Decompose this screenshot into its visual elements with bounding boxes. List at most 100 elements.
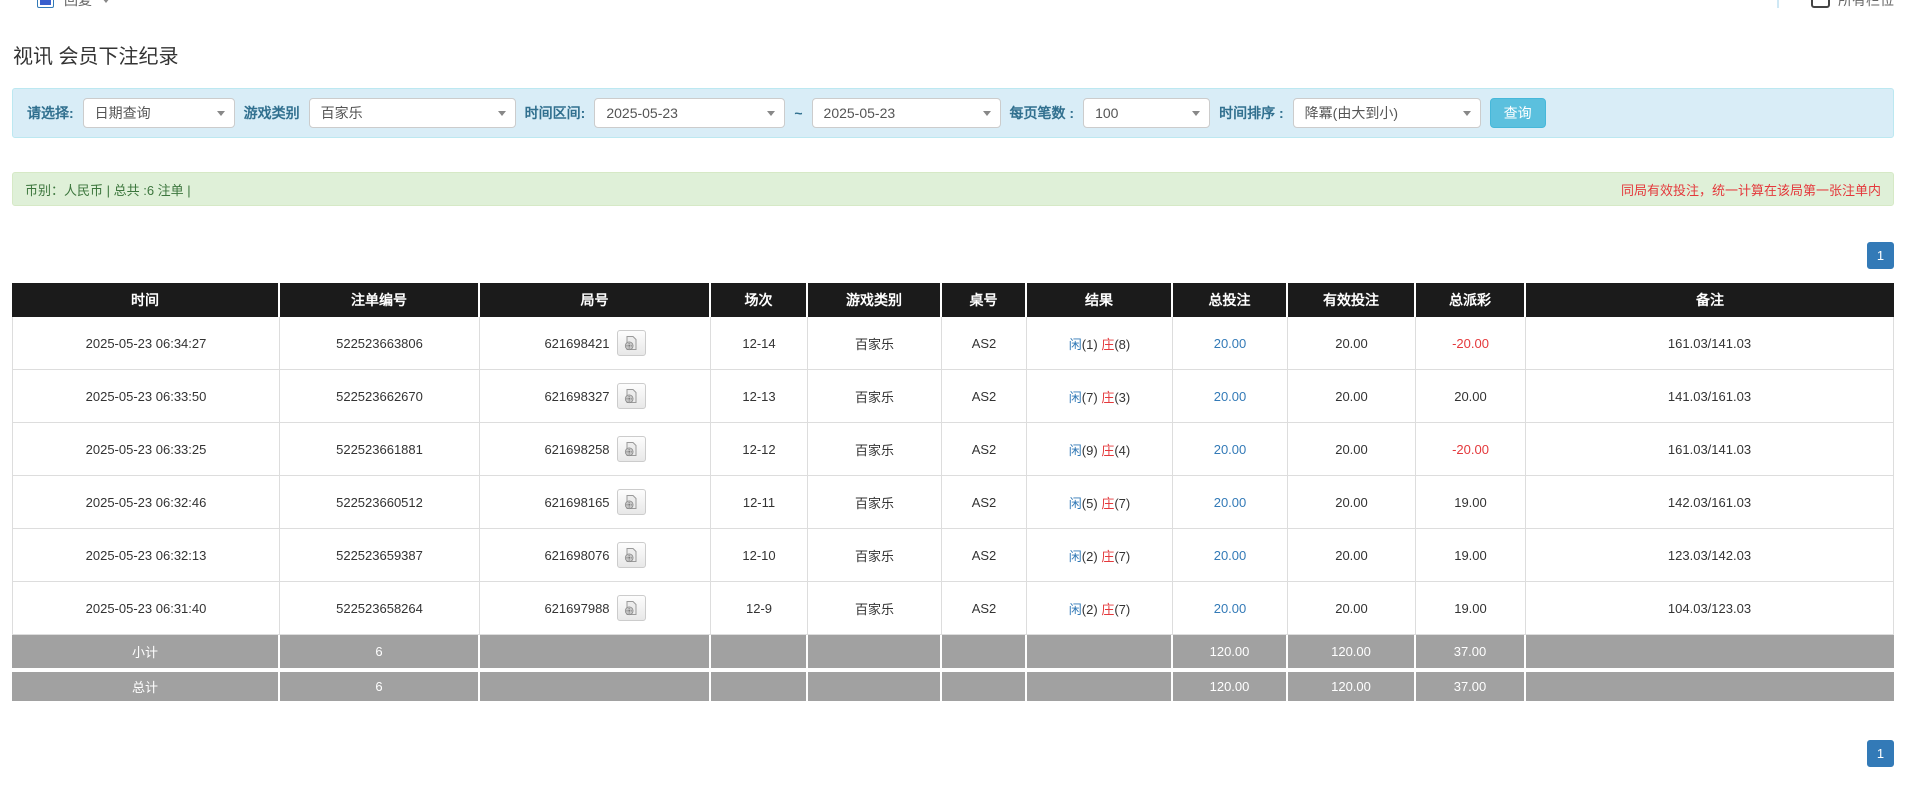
table-row: 2025-05-23 06:31:40 522523658264 6216979…	[12, 582, 1894, 635]
all-columns-label: 所有栏位	[1838, 0, 1894, 10]
round-id-value: 621698327	[544, 389, 609, 404]
caret-down-icon	[498, 111, 506, 116]
cell-valid-bet: 20.00	[1288, 317, 1416, 370]
cell-table-no: AS2	[942, 370, 1027, 423]
cell-bet-id: 522523658264	[280, 582, 480, 635]
date-from-select[interactable]: 2025-05-23	[594, 98, 785, 128]
cell-round-id: 621698258	[480, 423, 711, 476]
round-id-value: 621698258	[544, 442, 609, 457]
cell-remark: 142.03/161.03	[1526, 476, 1894, 529]
checkbox-icon[interactable]	[37, 0, 54, 8]
result-player-score: (2)	[1082, 549, 1098, 564]
cell-session: 12-13	[711, 370, 808, 423]
cell-valid-bet: 20.00	[1288, 476, 1416, 529]
cell-time: 2025-05-23 06:32:13	[12, 529, 280, 582]
col-result: 结果	[1027, 283, 1173, 317]
cell-game-type: 百家乐	[808, 582, 942, 635]
total-bet-link[interactable]: 20.00	[1214, 389, 1247, 404]
video-replay-icon	[623, 547, 639, 563]
result-banker-score: (8)	[1114, 337, 1130, 352]
pagination-bottom: 1	[1867, 740, 1894, 767]
cell-session: 12-9	[711, 582, 808, 635]
search-button[interactable]: 查询	[1490, 98, 1546, 128]
cell-bet-id: 522523661881	[280, 423, 480, 476]
top-toolbar: 回复 所有栏位	[0, 0, 1906, 12]
cell-valid-bet: 20.00	[1288, 582, 1416, 635]
result-player-score: (9)	[1082, 443, 1098, 458]
video-replay-icon	[623, 600, 639, 616]
result-player-score: (2)	[1082, 602, 1098, 617]
cell-result: 闲(1) 庄(8)	[1027, 317, 1173, 370]
total-bet-link[interactable]: 20.00	[1214, 548, 1247, 563]
sort-select[interactable]: 降冪(由大到小)	[1293, 98, 1481, 128]
summary-bar: 币别：人民币 | 总共 :6 注单 | 同局有效投注，统一计算在该局第一张注单内	[12, 172, 1894, 206]
game-type-value: 百家乐	[321, 103, 363, 123]
result-banker: 庄	[1101, 549, 1114, 564]
col-valid-bet: 有效投注	[1288, 283, 1416, 317]
cell-table-no: AS2	[942, 317, 1027, 370]
subtotal-label: 小计	[12, 635, 280, 668]
cell-valid-bet: 20.00	[1288, 423, 1416, 476]
cell-game-type: 百家乐	[808, 529, 942, 582]
video-replay-button[interactable]	[617, 595, 646, 621]
video-replay-icon	[623, 388, 639, 404]
col-total-bet: 总投注	[1173, 283, 1288, 317]
date-to-select[interactable]: 2025-05-23	[812, 98, 1001, 128]
caret-down-icon	[1463, 111, 1471, 116]
cell-total-bet: 20.00	[1173, 582, 1288, 635]
col-table-no: 桌号	[942, 283, 1027, 317]
cell-round-id: 621697988	[480, 582, 711, 635]
page-size-select[interactable]: 100	[1083, 98, 1210, 128]
total-bet-link[interactable]: 20.00	[1214, 442, 1247, 457]
cell-time: 2025-05-23 06:32:46	[12, 476, 280, 529]
video-replay-button[interactable]	[617, 542, 646, 568]
cell-session: 12-14	[711, 317, 808, 370]
video-replay-button[interactable]	[617, 330, 646, 356]
page-size-value: 100	[1095, 105, 1118, 121]
result-player: 闲	[1069, 549, 1082, 564]
caret-down-icon	[983, 111, 991, 116]
all-columns-toggle[interactable]: 所有栏位	[1777, 0, 1894, 10]
video-replay-button[interactable]	[617, 383, 646, 409]
cell-total-bet: 20.00	[1173, 529, 1288, 582]
video-replay-button[interactable]	[617, 436, 646, 462]
reply-toggle[interactable]: 回复	[37, 0, 110, 10]
cell-table-no: AS2	[942, 529, 1027, 582]
cell-bet-id: 522523663806	[280, 317, 480, 370]
page-1-button[interactable]: 1	[1867, 242, 1894, 269]
cell-result: 闲(9) 庄(4)	[1027, 423, 1173, 476]
col-session: 场次	[711, 283, 808, 317]
video-replay-button[interactable]	[617, 489, 646, 515]
cell-payout: 20.00	[1416, 370, 1526, 423]
subtotal-row: 小计 6 120.00 120.00 37.00	[12, 635, 1894, 668]
cell-total-bet: 20.00	[1173, 370, 1288, 423]
total-bet-link[interactable]: 20.00	[1214, 601, 1247, 616]
currency-summary: 币别：人民币 | 总共 :6 注单 |	[25, 180, 191, 199]
query-type-select[interactable]: 日期查询	[83, 98, 235, 128]
col-bet-id: 注单编号	[280, 283, 480, 317]
total-bet-link[interactable]: 20.00	[1214, 495, 1247, 510]
result-banker: 庄	[1101, 602, 1114, 617]
tilde-separator: ~	[794, 105, 802, 121]
cell-time: 2025-05-23 06:34:27	[12, 317, 280, 370]
cell-game-type: 百家乐	[808, 370, 942, 423]
round-id-value: 621697988	[544, 601, 609, 616]
cell-result: 闲(7) 庄(3)	[1027, 370, 1173, 423]
reply-label: 回复	[64, 0, 92, 10]
query-type-value: 日期查询	[95, 103, 151, 123]
col-remark: 备注	[1526, 283, 1894, 317]
result-player-score: (5)	[1082, 496, 1098, 511]
select-label: 请选择:	[27, 103, 74, 123]
total-valid-bet: 120.00	[1288, 668, 1416, 701]
subtotal-total-bet: 120.00	[1173, 635, 1288, 668]
round-id-value: 621698076	[544, 548, 609, 563]
cell-time: 2025-05-23 06:31:40	[12, 582, 280, 635]
total-bet-link[interactable]: 20.00	[1214, 336, 1247, 351]
game-type-select[interactable]: 百家乐	[309, 98, 516, 128]
caret-down-icon	[767, 111, 775, 116]
page-1-button[interactable]: 1	[1867, 740, 1894, 767]
cell-payout: 19.00	[1416, 582, 1526, 635]
time-range-label: 时间区间:	[525, 103, 586, 123]
page-size-label: 每页笔数 :	[1010, 103, 1075, 123]
cell-remark: 141.03/161.03	[1526, 370, 1894, 423]
